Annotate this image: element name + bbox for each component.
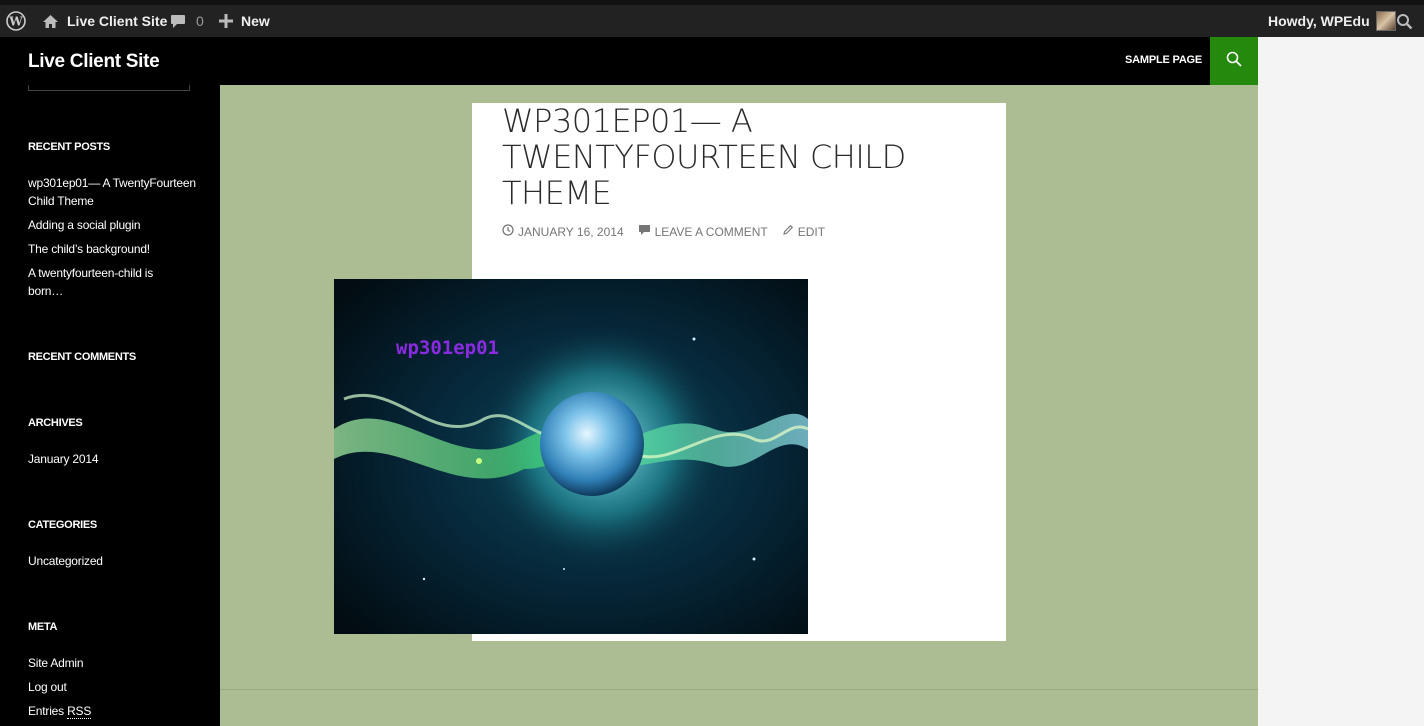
entries-label: Entries [28, 704, 68, 718]
home-icon [42, 14, 59, 29]
recent-post-link[interactable]: Adding a social plugin [28, 216, 198, 234]
admin-bar: W Live Client Site 0 New Howdy, WPEdu [0, 0, 1424, 37]
widget-title-recent-posts: Recent Posts [28, 141, 110, 153]
admin-new-link[interactable]: New [219, 5, 270, 37]
comment-bubble-icon [170, 14, 186, 29]
wordpress-logo-icon[interactable]: W [6, 5, 26, 37]
right-empty-area [1258, 37, 1424, 726]
meta-site-admin-link[interactable]: Site Admin [28, 654, 198, 672]
admin-search-icon[interactable] [1396, 5, 1413, 37]
space-planet-image [334, 279, 808, 634]
nav-item-sample-page[interactable]: Sample Page [1125, 54, 1202, 66]
site-header: Live Client Site Sample Page [0, 37, 1258, 85]
clock-icon [502, 224, 514, 239]
featured-image[interactable]: wp301ep01 [334, 279, 808, 634]
howdy-text: Howdy, WPEdu [1268, 13, 1370, 29]
meta-entries-rss-link[interactable]: Entries RSS [28, 702, 198, 720]
sidebar-search-field[interactable] [28, 85, 190, 91]
post-date: January 16, 2014 [518, 224, 624, 239]
leave-comment-label: Leave a comment [654, 224, 768, 239]
footer-divider [220, 689, 1258, 690]
site-title[interactable]: Live Client Site [28, 51, 160, 73]
leave-comment-link[interactable]: Leave a comment [638, 224, 768, 239]
recent-post-link[interactable]: The child’s background! [28, 240, 198, 258]
pencil-icon [782, 224, 794, 239]
recent-post-link[interactable]: wp301ep01— A TwentyFourteen Child Theme [28, 174, 198, 210]
post-date-link[interactable]: January 16, 2014 [502, 224, 624, 239]
rss-abbr: RSS [67, 704, 92, 719]
comment-icon [638, 224, 651, 239]
image-overlay-label: wp301ep01 [396, 337, 499, 359]
post-meta: January 16, 2014 Leave a comment Edit [502, 224, 833, 239]
new-label: New [241, 13, 270, 29]
admin-site-name: Live Client Site [67, 13, 168, 29]
post-title[interactable]: WP301EP01— A TWENTYFOURTEEN CHILD THEME [502, 103, 972, 211]
widget-title-archives: Archives [28, 417, 83, 429]
avatar [1375, 11, 1396, 31]
widget-title-categories: Categories [28, 519, 97, 531]
search-toggle-button[interactable] [1210, 37, 1258, 85]
admin-site-link[interactable]: Live Client Site [42, 5, 167, 37]
archive-link[interactable]: January 2014 [28, 450, 198, 468]
svg-text:W: W [8, 15, 23, 29]
edit-post-link[interactable]: Edit [782, 224, 825, 239]
search-icon [1226, 51, 1242, 72]
widget-title-meta: Meta [28, 621, 58, 633]
recent-post-link[interactable]: A twentyfourteen-child is born… [28, 264, 178, 300]
meta-logout-link[interactable]: Log out [28, 678, 198, 696]
widget-title-recent-comments: Recent Comments [28, 351, 136, 363]
plus-icon [219, 14, 233, 28]
edit-label: Edit [797, 224, 826, 239]
admin-account-menu[interactable]: Howdy, WPEdu [1268, 5, 1396, 37]
category-link[interactable]: Uncategorized [28, 552, 198, 570]
comments-count: 0 [196, 13, 204, 29]
admin-comments-link[interactable]: 0 [170, 5, 204, 37]
sidebar: Recent Posts wp301ep01— A TwentyFourteen… [0, 85, 220, 726]
